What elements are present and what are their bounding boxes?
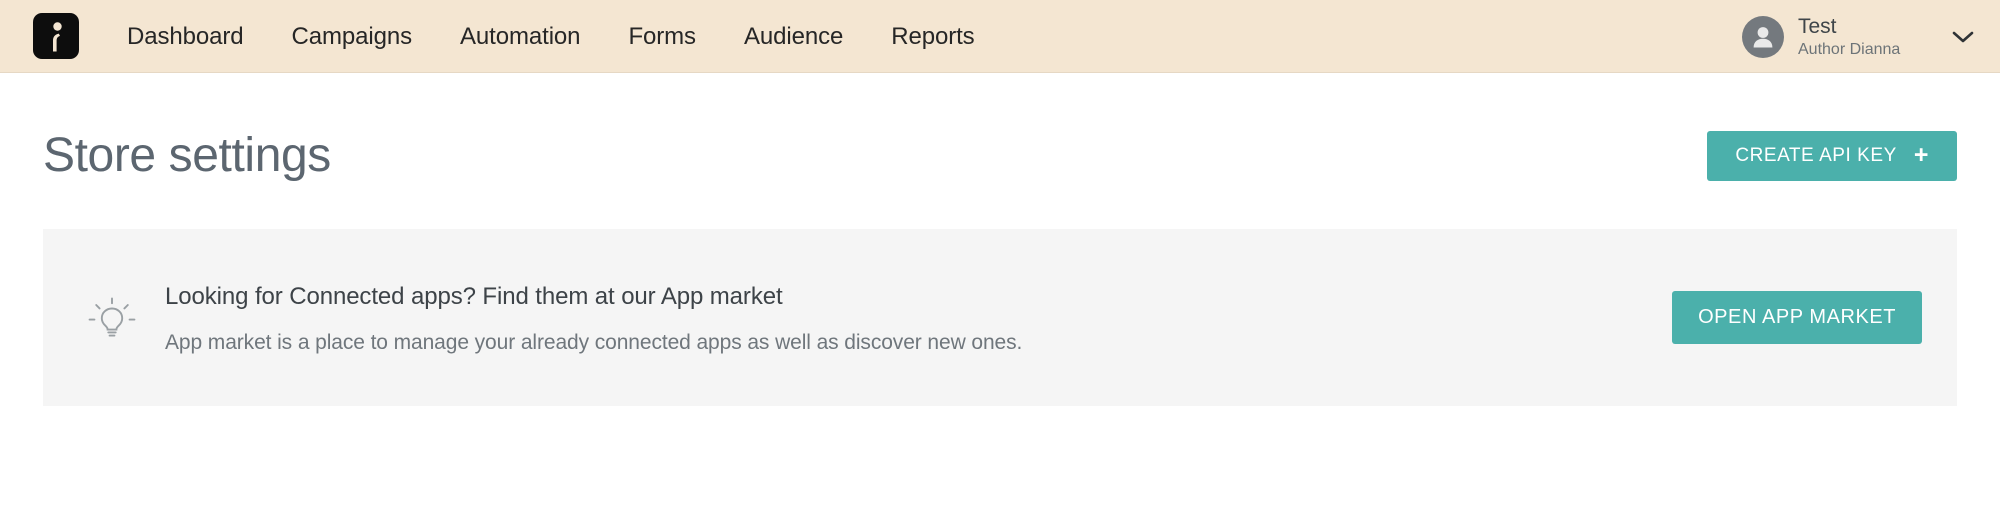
- info-panel-description: App market is a place to manage your alr…: [165, 331, 1023, 354]
- nav-forms[interactable]: Forms: [628, 0, 696, 73]
- primary-navigation: Dashboard Campaigns Automation Forms Aud…: [127, 0, 975, 73]
- avatar: [1742, 15, 1784, 58]
- open-app-market-button[interactable]: OPEN APP MARKET: [1672, 291, 1922, 344]
- page-content: Store settings CREATE API KEY + Looking …: [0, 73, 2000, 406]
- nav-audience[interactable]: Audience: [744, 0, 843, 73]
- user-menu[interactable]: Test Author Dianna: [1742, 0, 1978, 73]
- create-api-key-button[interactable]: CREATE API KEY +: [1707, 131, 1957, 181]
- plus-icon: +: [1913, 140, 1929, 169]
- create-api-key-label: CREATE API KEY: [1735, 145, 1897, 166]
- nav-campaigns[interactable]: Campaigns: [292, 0, 413, 73]
- brand-logo-icon: [33, 13, 79, 59]
- user-identity: Test Author Dianna: [1798, 14, 1918, 60]
- lightbulb-icon: [81, 288, 143, 348]
- info-panel-text: Looking for Connected apps? Find them at…: [165, 278, 1642, 357]
- page-title: Store settings: [43, 128, 331, 182]
- nav-automation[interactable]: Automation: [460, 0, 581, 73]
- user-role: Author Dianna: [1798, 40, 1901, 58]
- page-title-row: Store settings CREATE API KEY +: [43, 73, 1957, 221]
- app-market-info-panel: Looking for Connected apps? Find them at…: [43, 229, 1957, 406]
- chevron-down-icon[interactable]: [1952, 30, 1974, 44]
- person-icon: [1753, 26, 1773, 47]
- nav-reports[interactable]: Reports: [891, 0, 974, 73]
- nav-dashboard[interactable]: Dashboard: [127, 0, 244, 73]
- user-name: Test: [1798, 14, 1837, 38]
- top-header: Dashboard Campaigns Automation Forms Aud…: [0, 0, 2000, 73]
- info-panel-heading: Looking for Connected apps? Find them at…: [165, 283, 783, 310]
- brand-logo[interactable]: [32, 12, 80, 60]
